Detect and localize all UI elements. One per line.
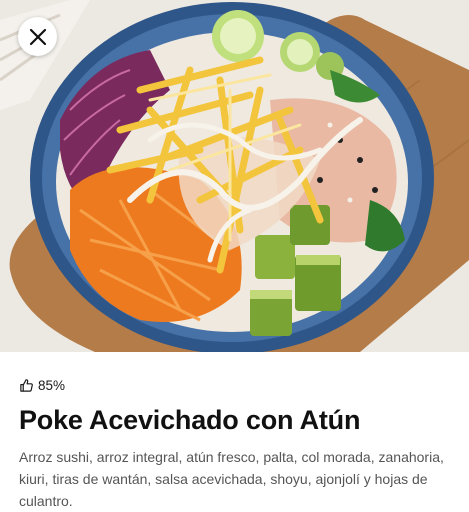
thumbs-up-icon xyxy=(19,378,34,393)
dish-info: 85% Poke Acevichado con Atún Arroz sushi… xyxy=(19,352,451,512)
dish-photo xyxy=(0,0,469,352)
close-button[interactable] xyxy=(18,17,57,56)
rating-row: 85% xyxy=(19,376,451,394)
close-icon xyxy=(29,28,46,45)
dish-description: Arroz sushi, arroz integral, atún fresco… xyxy=(19,449,444,509)
dish-title: Poke Acevichado con Atún xyxy=(19,405,361,435)
rating-value: 85% xyxy=(38,377,66,393)
